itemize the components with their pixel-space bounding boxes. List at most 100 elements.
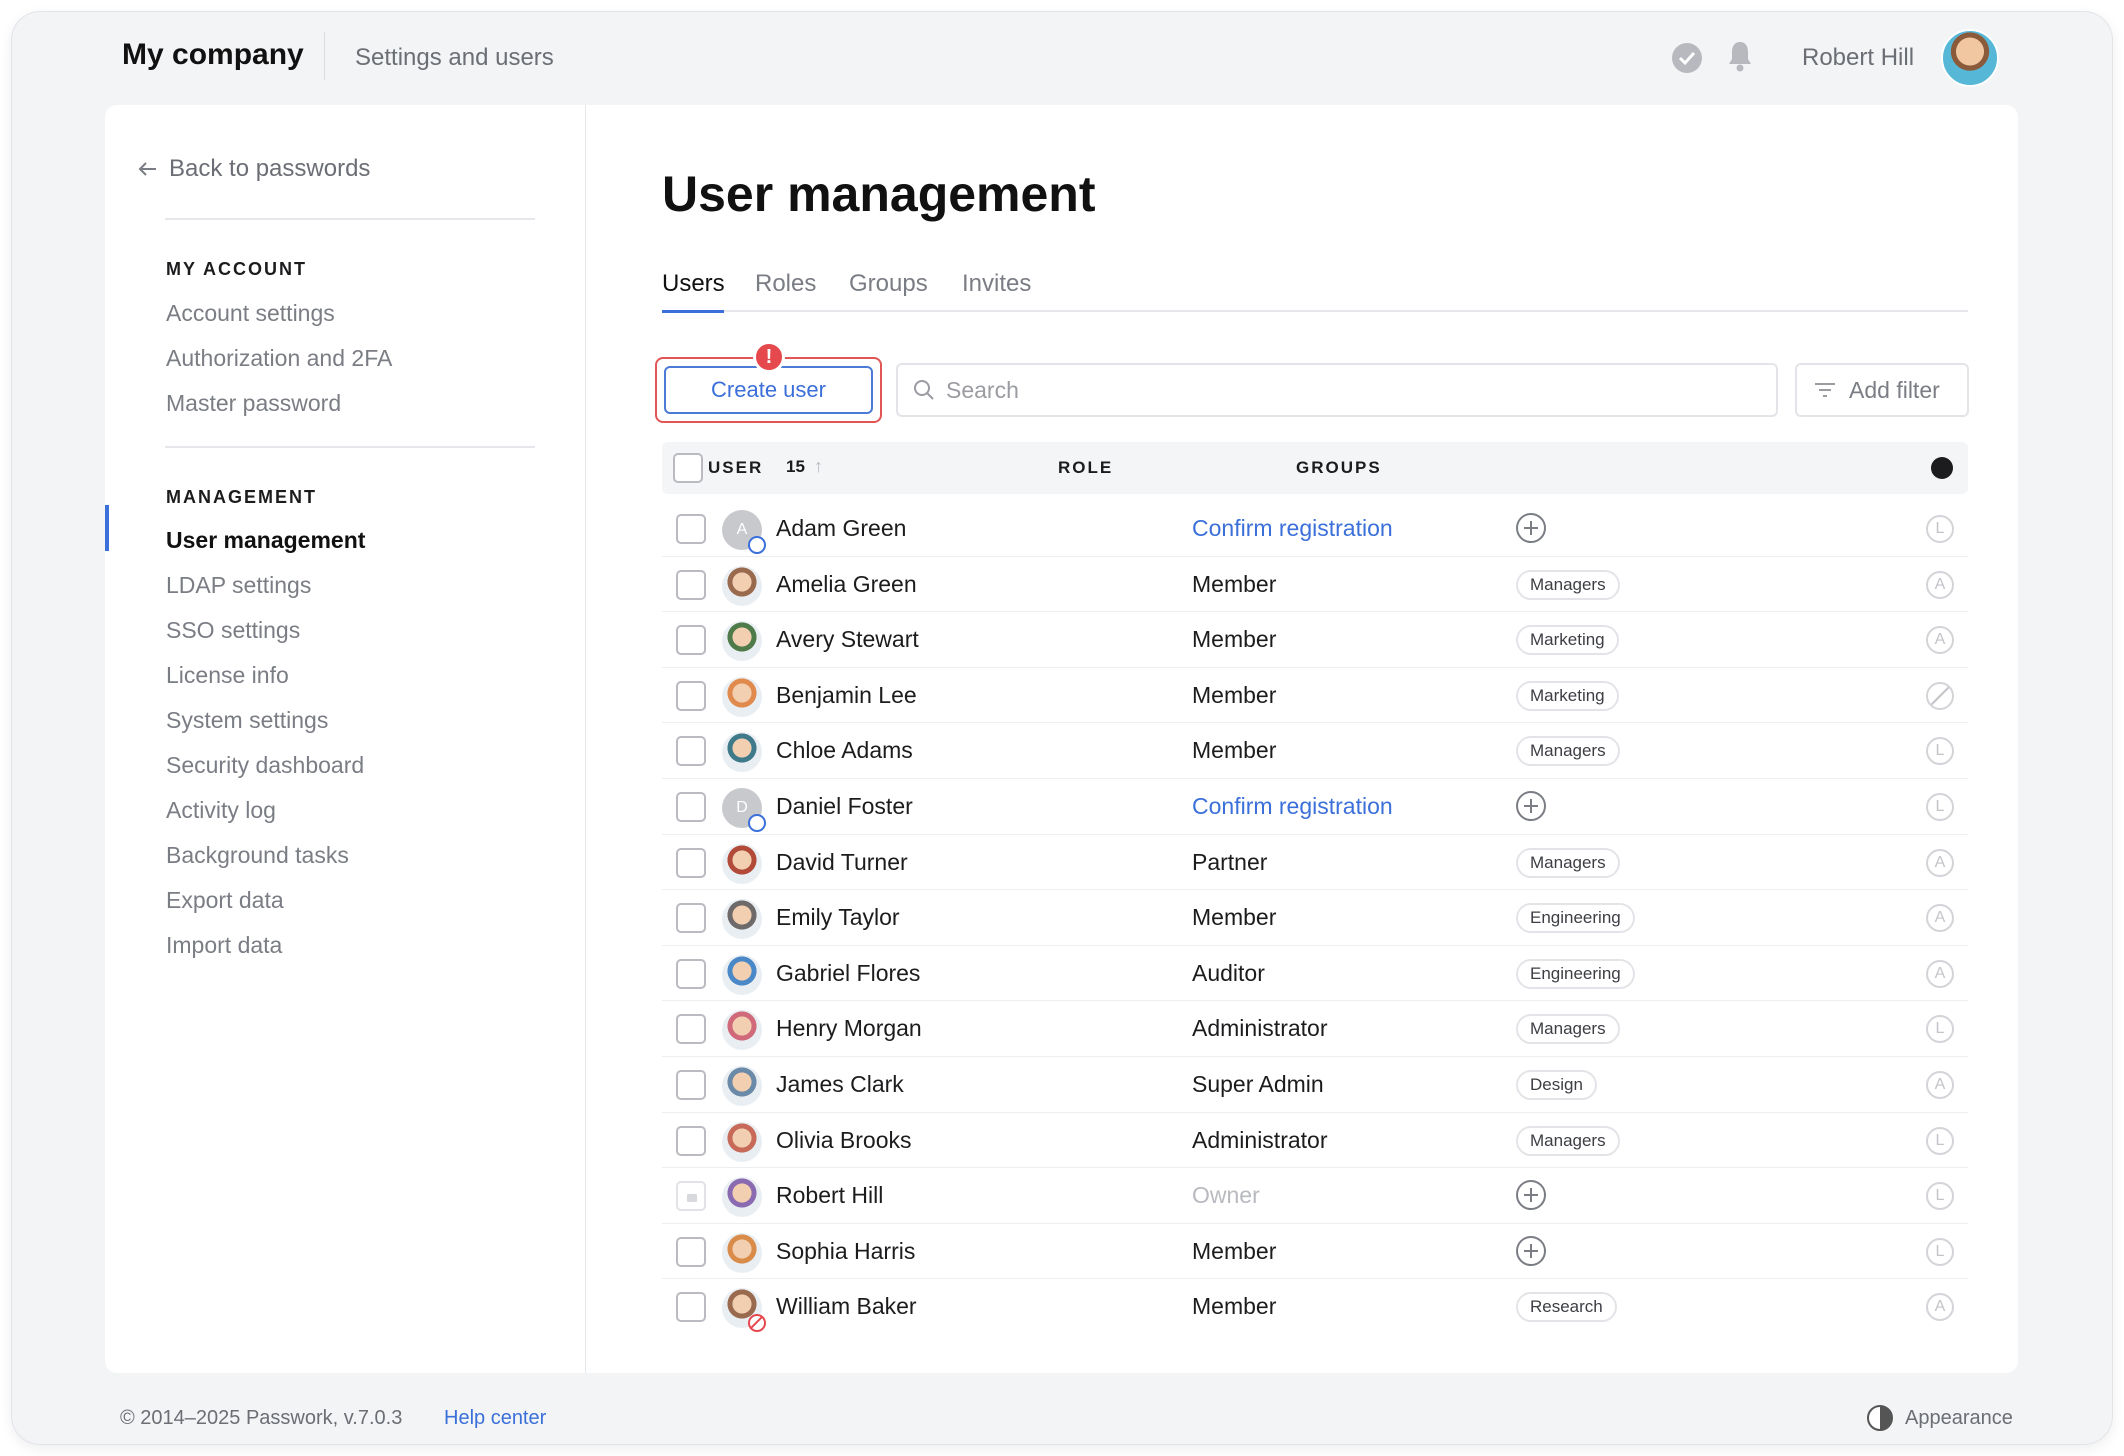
- user-name[interactable]: William Baker: [776, 1293, 917, 1320]
- confirm-registration-link[interactable]: Confirm registration: [1192, 793, 1393, 820]
- add-group-icon[interactable]: [1516, 790, 1546, 821]
- row-checkbox[interactable]: [676, 569, 706, 600]
- group-badge[interactable]: Managers: [1516, 847, 1620, 878]
- current-user-avatar[interactable]: [1941, 29, 1999, 87]
- table-row[interactable]: William Baker Member Research A: [662, 1279, 1968, 1335]
- user-name[interactable]: Amelia Green: [776, 571, 917, 598]
- sidebar-item-background-tasks[interactable]: Background tasks: [166, 842, 349, 869]
- user-name[interactable]: Daniel Foster: [776, 793, 913, 820]
- table-row[interactable]: Sophia Harris Member L: [662, 1224, 1968, 1280]
- user-name[interactable]: Avery Stewart: [776, 626, 919, 653]
- appearance-toggle[interactable]: Appearance: [1867, 1405, 2013, 1431]
- user-name[interactable]: Chloe Adams: [776, 737, 913, 764]
- help-center-link[interactable]: Help center: [444, 1407, 546, 1430]
- sidebar-item-system-settings[interactable]: System settings: [166, 707, 328, 734]
- group-badge[interactable]: Engineering: [1516, 903, 1635, 934]
- sidebar-item-import-data[interactable]: Import data: [166, 932, 282, 959]
- row-checkbox[interactable]: [676, 736, 706, 767]
- user-name[interactable]: Sophia Harris: [776, 1238, 915, 1265]
- table-row[interactable]: Chloe Adams Member Managers L: [662, 723, 1968, 779]
- user-name[interactable]: Emily Taylor: [776, 904, 900, 931]
- row-checkbox[interactable]: [676, 514, 706, 544]
- sidebar-item-ldap-settings[interactable]: LDAP settings: [166, 572, 311, 599]
- sidebar-item-account-settings[interactable]: Account settings: [166, 300, 335, 327]
- row-checkbox[interactable]: [676, 958, 706, 989]
- search-input[interactable]: [946, 376, 1746, 404]
- add-group-icon[interactable]: [1516, 1180, 1546, 1211]
- sidebar-item-master-password[interactable]: Master password: [166, 390, 341, 417]
- company-name[interactable]: My company: [122, 38, 304, 72]
- row-checkbox[interactable]: [676, 1236, 706, 1267]
- group-badge[interactable]: Research: [1516, 1292, 1617, 1323]
- sidebar-item-export-data[interactable]: Export data: [166, 887, 284, 914]
- user-name[interactable]: Gabriel Flores: [776, 960, 920, 987]
- sidebar-item-authorization-2fa[interactable]: Authorization and 2FA: [166, 345, 392, 372]
- add-group-icon[interactable]: [1516, 1235, 1546, 1266]
- avatar: A: [722, 510, 766, 554]
- confirm-registration-link[interactable]: Confirm registration: [1192, 515, 1393, 542]
- table-row[interactable]: Amelia Green Member Managers A: [662, 557, 1968, 613]
- tab-users[interactable]: Users: [662, 270, 725, 298]
- back-to-passwords-link[interactable]: Back to passwords: [137, 155, 370, 183]
- table-row[interactable]: Emily Taylor Member Engineering A: [662, 890, 1968, 946]
- table-row[interactable]: Avery Stewart Member Marketing A: [662, 612, 1968, 668]
- table-row[interactable]: Robert Hill Owner L: [662, 1168, 1968, 1224]
- tab-bar: Users Roles Groups Invites: [662, 270, 1968, 313]
- table-row[interactable]: A Adam Green Confirm registration L: [662, 501, 1968, 557]
- sidebar-item-activity-log[interactable]: Activity log: [166, 797, 276, 824]
- row-checkbox[interactable]: [676, 791, 706, 822]
- select-all-checkbox[interactable]: [673, 453, 703, 483]
- group-badge[interactable]: Managers: [1516, 736, 1620, 767]
- user-name[interactable]: Adam Green: [776, 515, 906, 542]
- table-row[interactable]: Henry Morgan Administrator Managers L: [662, 1001, 1968, 1057]
- access-level-icon: A: [1926, 959, 1954, 988]
- sidebar-item-sso-settings[interactable]: SSO settings: [166, 617, 300, 644]
- access-level-icon: L: [1926, 1237, 1954, 1266]
- user-name[interactable]: Benjamin Lee: [776, 682, 917, 709]
- search-box[interactable]: [896, 363, 1778, 417]
- row-checkbox[interactable]: [676, 1014, 706, 1045]
- table-row[interactable]: Benjamin Lee Member Marketing: [662, 668, 1968, 724]
- add-filter-button[interactable]: Add filter: [1795, 363, 1969, 417]
- tab-roles[interactable]: Roles: [755, 270, 816, 298]
- group-badge[interactable]: Marketing: [1516, 625, 1619, 656]
- create-user-button[interactable]: Create user: [664, 366, 873, 414]
- column-user[interactable]: USER: [708, 458, 763, 478]
- row-checkbox[interactable]: [676, 625, 706, 656]
- user-name[interactable]: Henry Morgan: [776, 1015, 922, 1042]
- table-row[interactable]: Olivia Brooks Administrator Managers L: [662, 1113, 1968, 1169]
- table-header: USER 15 ↑ ROLE GROUPS: [662, 442, 1968, 494]
- row-checkbox[interactable]: [676, 1125, 706, 1156]
- bell-icon[interactable]: [1727, 40, 1753, 77]
- table-row[interactable]: Gabriel Flores Auditor Engineering A: [662, 946, 1968, 1002]
- tab-invites[interactable]: Invites: [962, 270, 1031, 298]
- user-name[interactable]: Robert Hill: [776, 1182, 883, 1209]
- tab-groups[interactable]: Groups: [849, 270, 928, 298]
- add-group-icon[interactable]: [1516, 513, 1546, 543]
- check-circle-icon[interactable]: [1672, 43, 1702, 73]
- sidebar-item-license-info[interactable]: License info: [166, 662, 289, 689]
- row-checkbox[interactable]: [676, 1069, 706, 1100]
- group-badge[interactable]: Marketing: [1516, 680, 1619, 711]
- user-name[interactable]: Olivia Brooks: [776, 1127, 911, 1154]
- row-checkbox[interactable]: [676, 903, 706, 934]
- current-user-name[interactable]: Robert Hill: [1802, 44, 1914, 72]
- sidebar-item-security-dashboard[interactable]: Security dashboard: [166, 752, 364, 779]
- table-row[interactable]: D Daniel Foster Confirm registration L: [662, 779, 1968, 835]
- row-checkbox[interactable]: [676, 1292, 706, 1323]
- user-name[interactable]: David Turner: [776, 849, 908, 876]
- user-name[interactable]: James Clark: [776, 1071, 904, 1098]
- group-badge[interactable]: Managers: [1516, 569, 1620, 600]
- row-checkbox[interactable]: [676, 680, 706, 711]
- avatar: [722, 676, 762, 717]
- section-title: Settings and users: [355, 44, 554, 71]
- row-checkbox[interactable]: [676, 847, 706, 878]
- group-badge[interactable]: Managers: [1516, 1014, 1620, 1045]
- group-badge[interactable]: Design: [1516, 1069, 1597, 1100]
- table-row[interactable]: David Turner Partner Managers A: [662, 835, 1968, 891]
- group-badge[interactable]: Managers: [1516, 1125, 1620, 1156]
- group-badge[interactable]: Engineering: [1516, 958, 1635, 989]
- table-row[interactable]: James Clark Super Admin Design A: [662, 1057, 1968, 1113]
- sidebar-item-user-management[interactable]: User management: [166, 527, 365, 554]
- sort-arrow-icon[interactable]: ↑: [814, 456, 823, 477]
